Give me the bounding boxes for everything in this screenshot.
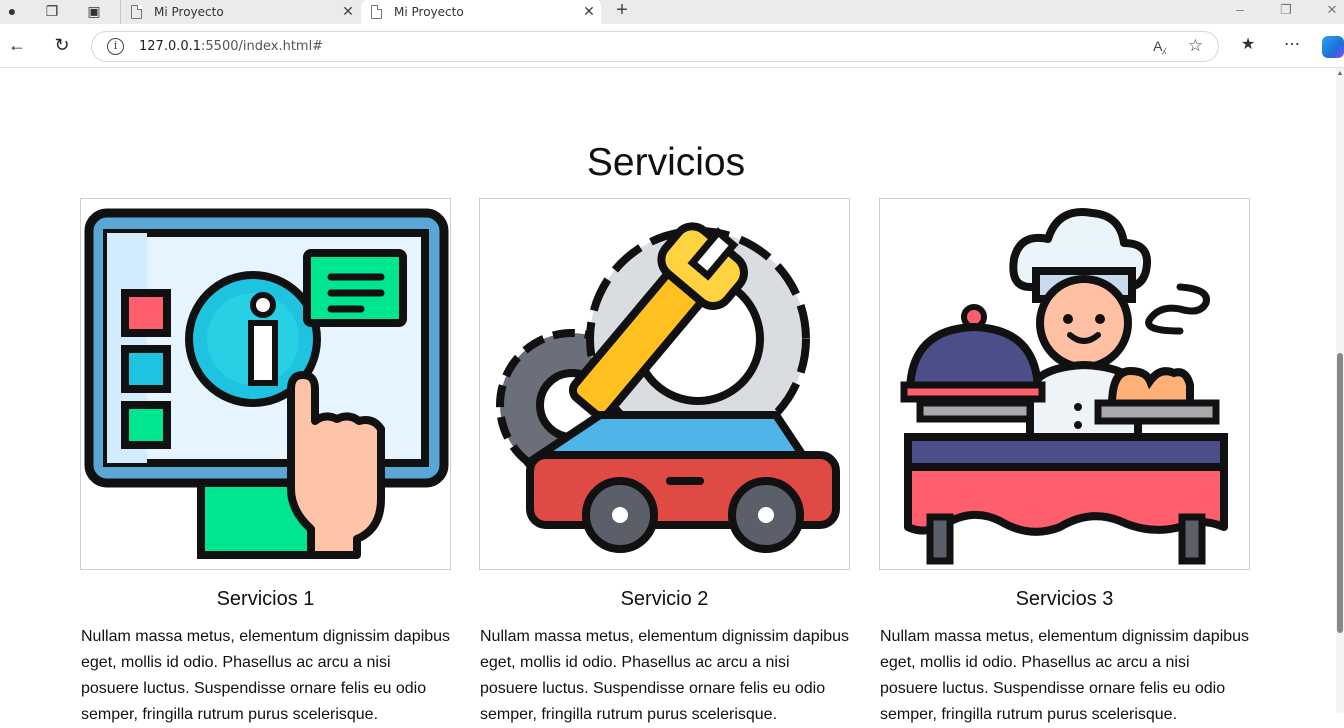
page-scrollbar[interactable]: ▲ [1336, 68, 1344, 713]
service-description: Nullam massa metus, elementum dignissim … [480, 628, 850, 723]
tab-title: Mi Proyecto [394, 5, 464, 19]
service-image [479, 198, 850, 570]
back-icon[interactable]: ← [6, 34, 28, 56]
info-touchscreen-icon [84, 208, 449, 559]
browser-tab[interactable]: Mi Proyecto ✕ [120, 0, 360, 24]
close-icon[interactable]: ✕ [577, 4, 601, 20]
favorites-icon[interactable]: ★ [1237, 34, 1259, 56]
url-host: 127.0.0.1 [139, 39, 202, 54]
service-image [879, 198, 1250, 570]
new-tab-button[interactable]: + [612, 0, 632, 22]
more-menu-icon[interactable]: ⋯ [1281, 34, 1303, 56]
scrollbar-thumb[interactable] [1337, 353, 1343, 633]
section-title: Servicios [586, 141, 746, 184]
page-icon [371, 5, 382, 19]
workspaces-icon[interactable]: ❐ [42, 2, 62, 20]
browser-toolbar: ← ↻ i 127.0.0.1:5500/index.html# A⁁ ☆ ★ … [0, 24, 1344, 68]
service-card: Servicio 2 Nullam massa metus, elementum… [479, 198, 850, 728]
refresh-icon[interactable]: ↻ [51, 34, 73, 56]
profile-icon[interactable]: ● [2, 2, 22, 20]
restore-icon[interactable]: ❐ [1276, 2, 1296, 20]
tab-actions-icon[interactable]: ▣ [84, 2, 104, 20]
site-info-icon[interactable]: i [107, 38, 124, 55]
service-description: Nullam massa metus, elementum dignissim … [81, 628, 451, 723]
service-heading: Servicios 1 [216, 588, 315, 610]
car-repair-icon [496, 222, 840, 553]
copilot-icon[interactable] [1322, 36, 1344, 58]
page-icon [131, 5, 142, 19]
close-icon[interactable]: ✕ [336, 4, 360, 20]
service-heading: Servicios 3 [1015, 588, 1114, 610]
tab-bar: ● ❐ ▣ Mi Proyecto ✕ Mi Proyecto ✕ + – ❐ … [0, 0, 1344, 24]
scroll-up-icon[interactable]: ▲ [1336, 70, 1344, 77]
tab-title: Mi Proyecto [154, 5, 224, 19]
service-image [80, 198, 451, 570]
chef-catering-icon [900, 208, 1228, 565]
service-card: Servicios 3 Nullam massa metus, elementu… [879, 198, 1250, 728]
url-path: :5500/index.html# [201, 39, 324, 54]
minimize-icon[interactable]: – [1230, 2, 1250, 20]
service-description: Nullam massa metus, elementum dignissim … [880, 628, 1250, 723]
service-heading: Servicio 2 [620, 588, 709, 610]
service-card: Servicios 1 Nullam massa metus, elementu… [80, 198, 451, 728]
read-aloud-icon[interactable]: A⁁ [1153, 38, 1166, 55]
close-window-icon[interactable]: ✕ [1322, 2, 1342, 20]
url-text[interactable]: 127.0.0.1:5500/index.html# [139, 39, 323, 54]
browser-tab-active[interactable]: Mi Proyecto ✕ [361, 0, 601, 24]
address-bar[interactable]: i 127.0.0.1:5500/index.html# A⁁ ☆ [91, 31, 1219, 62]
favorite-star-icon[interactable]: ☆ [1188, 36, 1203, 56]
